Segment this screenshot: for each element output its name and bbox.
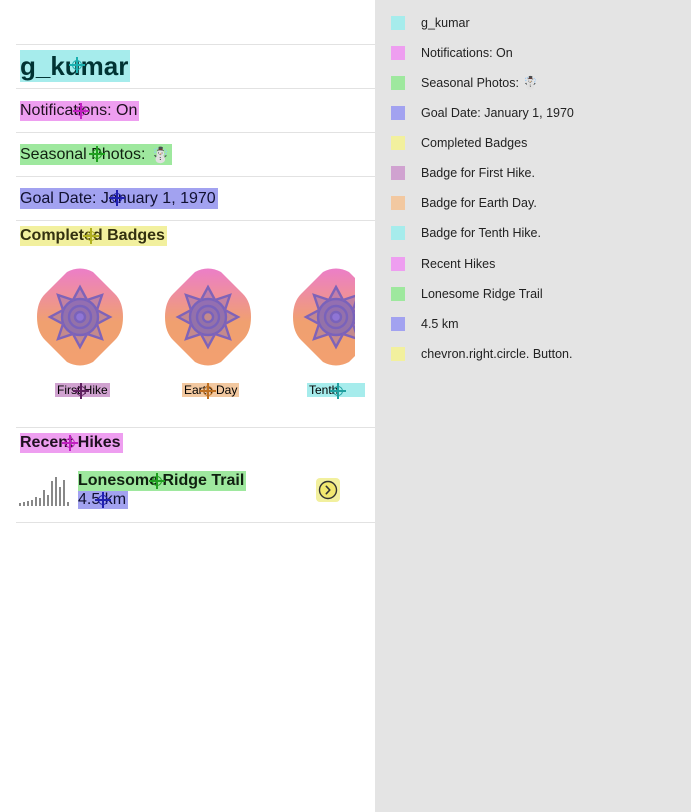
legend-item: Goal Date: January 1, 1970 — [391, 104, 574, 122]
legend-item: Recent Hikes — [391, 255, 495, 273]
legend-swatch — [391, 317, 405, 331]
hike-name: Lonesome Ridge Trail — [78, 471, 247, 491]
chevron-right-circle-button[interactable] — [316, 478, 340, 502]
completed-badges-title: Completed Badges — [20, 226, 167, 246]
legend-item: Badge for First Hike. — [391, 164, 535, 182]
chevron-right-circle-icon — [318, 480, 338, 500]
legend-item: chevron.right.circle. Button. — [391, 345, 572, 363]
badge-earth-day[interactable] — [165, 268, 251, 366]
divider — [16, 44, 375, 45]
legend-item: Notifications: On — [391, 44, 513, 62]
legend-item: Completed Badges — [391, 134, 527, 152]
notifications-label[interactable]: Notifications: On — [20, 101, 140, 121]
goal-date-label[interactable]: Goal Date: January 1, 1970 — [20, 188, 218, 209]
divider — [16, 427, 375, 428]
divider — [16, 176, 375, 177]
profile-screen: g_kumar Notifications: On Seasonal Photo… — [0, 0, 375, 812]
recent-hikes-title: Recent Hikes — [20, 433, 123, 453]
legend-swatch — [391, 76, 405, 90]
legend-swatch — [391, 196, 405, 210]
divider — [16, 132, 375, 133]
legend-swatch — [391, 16, 405, 30]
legend-item: g_kumar — [391, 14, 470, 32]
seasonal-photos-label[interactable]: Seasonal Photos: ☃️ — [20, 144, 173, 165]
legend-swatch — [391, 257, 405, 271]
legend-item: Lonesome Ridge Trail — [391, 285, 543, 303]
snowman-icon: ☃️ — [151, 146, 171, 164]
divider — [16, 522, 375, 523]
legend-swatch — [391, 136, 405, 150]
legend-swatch — [391, 347, 405, 361]
legend-panel: g_kumar Notifications: On Seasonal Photo… — [375, 0, 691, 812]
divider — [16, 220, 375, 221]
badge-tenth-hike[interactable] — [293, 268, 355, 366]
legend-swatch — [391, 166, 405, 180]
hike-distance: 4.5 km — [78, 491, 129, 509]
legend-item: Seasonal Photos: ☃️ — [391, 74, 538, 92]
legend-item: 4.5 km — [391, 315, 459, 333]
elevation-graph-icon — [19, 477, 69, 506]
username-label: g_kumar — [20, 50, 131, 82]
legend-item: Badge for Tenth Hike. — [391, 224, 541, 242]
legend-swatch — [391, 46, 405, 60]
legend-item: Badge for Earth Day. — [391, 194, 537, 212]
legend-swatch — [391, 226, 405, 240]
legend-swatch — [391, 106, 405, 120]
hike-row[interactable]: Lonesome Ridge Trail 4.5 km — [16, 466, 375, 514]
divider — [16, 88, 375, 89]
badge-first-hike[interactable] — [37, 268, 123, 366]
legend-swatch — [391, 287, 405, 301]
